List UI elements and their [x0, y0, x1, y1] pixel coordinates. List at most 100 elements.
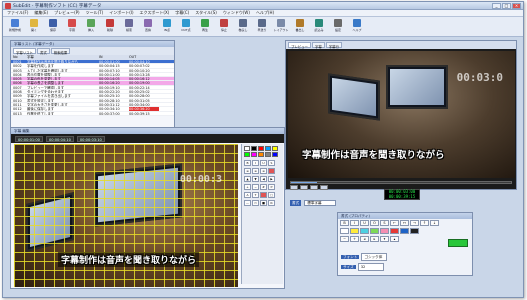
palette-swatch[interactable]	[244, 146, 250, 151]
fp-underline[interactable]: U	[360, 220, 369, 226]
toolbar-button-15[interactable]: 書出し	[291, 18, 309, 36]
preview-tab-0[interactable]: プレビュー	[288, 42, 311, 49]
toolbar-button-16[interactable]: 読込み	[310, 18, 328, 36]
palette-swatch[interactable]	[265, 146, 271, 151]
list-tab-2[interactable]: 検索結果	[50, 48, 71, 55]
palette-swatch[interactable]	[272, 146, 278, 151]
toolbar-button-12[interactable]: 巻戻し	[234, 18, 252, 36]
palette-swatch[interactable]	[258, 152, 264, 157]
tool-copy-button[interactable]: ⧉	[268, 200, 275, 206]
fp-color-red[interactable]	[390, 228, 399, 234]
tool-box-button[interactable]: □	[268, 192, 275, 198]
move-right-button[interactable]: ▶	[268, 176, 275, 182]
fp-color-yellow[interactable]	[350, 228, 359, 234]
fp-space-up[interactable]: ▸	[370, 236, 379, 242]
align-center-button[interactable]: ≡	[252, 168, 259, 174]
reset-button[interactable]: ↺	[268, 184, 275, 190]
fp-line-up[interactable]: ▴	[390, 236, 399, 242]
menu-item-2[interactable]: プレビュー(P)	[54, 10, 80, 16]
apply-button[interactable]	[448, 239, 468, 247]
fp-color-pink[interactable]	[380, 228, 389, 234]
move-left-button[interactable]: ◀	[260, 176, 267, 182]
menu-item-5[interactable]: エクスポート(X)	[140, 10, 170, 16]
zoom-in-button[interactable]: +	[244, 184, 251, 190]
menu-item-0[interactable]: ファイル(F)	[7, 10, 28, 16]
menu-item-1[interactable]: 編集(E)	[34, 10, 48, 16]
tool-fill-button[interactable]: ■	[260, 200, 267, 206]
move-up-button[interactable]: ▲	[244, 176, 251, 182]
preview-next-button[interactable]	[320, 185, 328, 190]
tool-a-button[interactable]: A	[244, 192, 251, 198]
fp-shadow[interactable]: S	[380, 220, 389, 226]
shadow-button[interactable]: S	[268, 160, 275, 166]
fp-left[interactable]: ←	[390, 220, 399, 226]
list-tab-0[interactable]: 字幕リスト	[13, 48, 36, 55]
toolbar-button-14[interactable]: レイアウト	[272, 18, 290, 36]
palette-swatch[interactable]	[244, 152, 250, 157]
zoom-out-button[interactable]: −	[252, 184, 259, 190]
edit-video-frame[interactable]: 00:00:3 字幕制作は音声を聞き取りながら	[14, 144, 238, 287]
tool-t-button[interactable]: T	[252, 192, 259, 198]
size-input[interactable]: 32	[357, 263, 384, 271]
fp-center[interactable]: ↔	[400, 220, 409, 226]
fp-color-cyan[interactable]	[360, 228, 369, 234]
grid-toggle-button[interactable]: #	[260, 184, 267, 190]
toolbar-button-4[interactable]: 挿入	[82, 18, 100, 36]
menu-item-9[interactable]: ヘルプ(H)	[256, 10, 274, 16]
fp-line-down[interactable]: ▾	[380, 236, 389, 242]
fp-down[interactable]: ↓	[430, 220, 439, 226]
toolbar-button-6[interactable]: 検索	[120, 18, 138, 36]
fp-color-white[interactable]	[340, 228, 349, 234]
underline-button[interactable]: U	[260, 160, 267, 166]
toolbar-button-11[interactable]: 停止	[215, 18, 233, 36]
font-select[interactable]: ゴシック体	[361, 253, 388, 261]
palette-swatch[interactable]	[265, 152, 271, 157]
toolbar-button-7[interactable]: 置換	[139, 18, 157, 36]
toolbar-button-13[interactable]: 早送り	[253, 18, 271, 36]
subtitle-row[interactable]: 0013 作業を終了します 00:00:37:00 00:00:39:15	[11, 112, 174, 116]
close-button[interactable]: ×	[512, 3, 521, 9]
palette-swatch[interactable]	[251, 146, 257, 151]
clear-button[interactable]	[260, 192, 267, 198]
preview-play-button[interactable]	[290, 185, 298, 190]
preview-tab-2[interactable]: 字幕行	[325, 42, 342, 49]
fp-color-black[interactable]	[410, 228, 419, 234]
maximize-button[interactable]: □	[502, 3, 511, 9]
toolbar-button-2[interactable]: 保存	[44, 18, 62, 36]
preview-seekbar[interactable]	[290, 181, 512, 184]
edit-caption-text[interactable]: 字幕制作は音声を聞き取りながら	[58, 252, 200, 267]
palette-swatch[interactable]	[258, 146, 264, 151]
toolbar-button-10[interactable]: 再生	[196, 18, 214, 36]
toolbar-button-0[interactable]: 新規作成	[6, 18, 24, 36]
toolbar-button-5[interactable]: 削除	[101, 18, 119, 36]
palette-swatch[interactable]	[272, 152, 278, 157]
toolbar-button-9[interactable]: OUT点	[177, 18, 195, 36]
tool-line-button[interactable]: —	[244, 200, 251, 206]
menu-item-7[interactable]: スタイル(S)	[195, 10, 217, 16]
fp-italic[interactable]: I	[350, 220, 359, 226]
fp-size-down[interactable]: −	[340, 236, 349, 242]
preview-video-frame[interactable]: 00:03:0 字幕制作は音声を聞き取りながら	[288, 51, 515, 178]
toolbar-button-3[interactable]: 字幕	[63, 18, 81, 36]
toolbar-button-8[interactable]: IN点	[158, 18, 176, 36]
move-down-button[interactable]: ▼	[252, 176, 259, 182]
menu-item-6[interactable]: 字幕(C)	[175, 10, 189, 16]
list-tab-1[interactable]: 書式	[36, 48, 50, 55]
fp-bold[interactable]: B	[340, 220, 349, 226]
toolbar-button-1[interactable]: 開く	[25, 18, 43, 36]
fp-right[interactable]: →	[410, 220, 419, 226]
preview-tab-1[interactable]: 字幕	[311, 42, 325, 49]
align-left-button[interactable]: ≡	[244, 168, 251, 174]
preview-prev-button[interactable]	[310, 185, 318, 190]
toolbar-button-18[interactable]: ヘルプ	[348, 18, 366, 36]
toolbar-button-17[interactable]: 設定	[329, 18, 347, 36]
fp-color-green[interactable]	[370, 228, 379, 234]
minimize-button[interactable]: _	[492, 3, 501, 9]
align-right-button[interactable]: ≡	[260, 168, 267, 174]
fp-outline[interactable]: O	[370, 220, 379, 226]
menu-item-3[interactable]: ツール(T)	[86, 10, 104, 16]
fp-size-up[interactable]: +	[350, 236, 359, 242]
in-timecode[interactable]: 00:00:01:00	[15, 135, 43, 142]
fp-up[interactable]: ↑	[420, 220, 429, 226]
out-timecode[interactable]: 00:00:04:10	[45, 135, 74, 142]
